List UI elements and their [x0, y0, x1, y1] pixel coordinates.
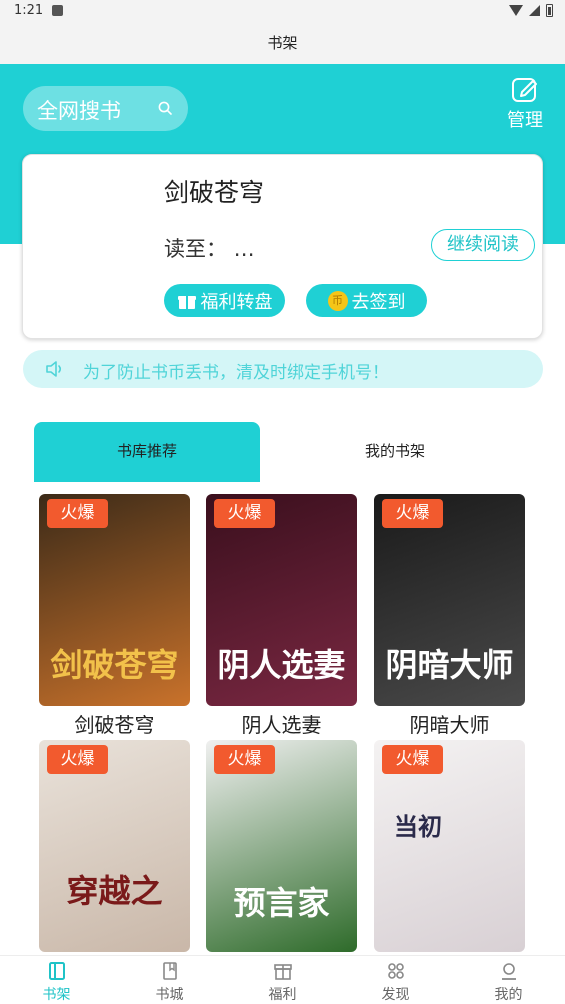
discover-icon: [387, 963, 404, 979]
sign-in-button[interactable]: 币 去签到: [306, 284, 427, 317]
gift-icon: [273, 964, 292, 980]
cover-title: 阴人选妻: [217, 646, 346, 684]
nav-item-bookstore[interactable]: 书城: [113, 956, 226, 1004]
nav-item-mine[interactable]: 我的: [452, 956, 565, 1004]
cover-title: 剑破苍穹: [50, 646, 179, 684]
nav-label: 福利: [268, 987, 297, 1003]
hot-badge: 火爆: [214, 499, 275, 528]
edit-icon: [512, 78, 537, 102]
book-title: 阴暗大师: [409, 713, 490, 737]
notice-text: 为了防止书币丢书，清及时绑定手机号！: [83, 363, 389, 383]
book-item[interactable]: 火爆 阴暗大师 阴暗大师: [374, 494, 525, 738]
nav-label: 书架: [42, 987, 71, 1003]
tab-my-bookshelf[interactable]: 我的书架: [285, 422, 505, 482]
hot-badge: 火爆: [382, 499, 443, 528]
gift-icon: [177, 295, 196, 309]
status-time: 1:21: [14, 3, 44, 18]
user-icon: [501, 963, 516, 980]
continue-reading-button[interactable]: 继续阅读: [431, 229, 535, 261]
page-title: 书架: [267, 34, 298, 52]
hot-badge: 火爆: [214, 745, 275, 774]
nav-item-welfare[interactable]: 福利: [226, 956, 339, 1004]
manage-label: 管理: [507, 110, 543, 131]
book-title: 阴人选妻: [241, 713, 322, 737]
book-item[interactable]: 火爆 预言家: [206, 740, 357, 952]
speaker-icon: [46, 361, 62, 377]
title-bar: 书架: [0, 24, 565, 64]
search-button[interactable]: 全网搜书: [23, 86, 188, 131]
book-icon: [162, 962, 177, 980]
sign-in-label: 去签到: [351, 291, 406, 313]
reading-progress: 读至： …: [164, 237, 255, 261]
book-cover: 火爆 当初: [374, 740, 525, 952]
notice-banner[interactable]: 为了防止书币丢书，清及时绑定手机号！: [23, 350, 543, 388]
status-bar: 1:21: [0, 0, 565, 24]
status-icons: [509, 4, 553, 17]
current-book-card: 剑破苍穹 读至： … 继续阅读 福利转盘 币 去签到: [22, 154, 543, 339]
notification-icon: [52, 5, 63, 16]
manage-button[interactable]: 管理: [500, 74, 550, 132]
welfare-wheel-label: 福利转盘: [200, 291, 273, 313]
search-label: 全网搜书: [37, 99, 121, 123]
nav-label: 我的: [494, 987, 523, 1003]
book-item[interactable]: 火爆 剑破苍穹 剑破苍穹: [39, 494, 190, 738]
search-icon: [158, 101, 172, 115]
book-item[interactable]: 火爆 穿越之: [39, 740, 190, 952]
book-cover: 火爆 阴人选妻: [206, 494, 357, 706]
nav-label: 发现: [381, 987, 410, 1003]
cover-title: 阴暗大师: [385, 646, 514, 684]
nav-item-discover[interactable]: 发现: [339, 956, 452, 1004]
book-title: 剑破苍穹: [74, 713, 155, 737]
hot-badge: 火爆: [382, 745, 443, 774]
nav-label: 书城: [155, 987, 184, 1003]
bookshelf-icon: [48, 962, 65, 980]
welfare-wheel-button[interactable]: 福利转盘: [164, 284, 285, 317]
book-cover: 火爆 穿越之: [39, 740, 190, 952]
bottom-navigation: 书架 书城 福利 发现 我的: [0, 955, 565, 1004]
hot-badge: 火爆: [47, 745, 108, 774]
hot-badge: 火爆: [47, 499, 108, 528]
cover-title: 穿越之: [66, 872, 163, 910]
coin-icon: 币: [327, 290, 348, 311]
nav-item-bookshelf[interactable]: 书架: [0, 956, 113, 1004]
book-item[interactable]: 火爆 当初: [374, 740, 525, 952]
tab-library-recommend[interactable]: 书库推荐: [34, 422, 260, 482]
cell-signal-icon: [529, 5, 540, 16]
cover-title: 预言家: [233, 884, 330, 922]
book-cover: 火爆 预言家: [206, 740, 357, 952]
cover-title: 当初: [394, 812, 442, 841]
current-book-title: 剑破苍穹: [164, 178, 265, 207]
battery-icon: [546, 4, 553, 17]
wifi-icon: [509, 5, 523, 16]
book-cover: 火爆 剑破苍穹: [39, 494, 190, 706]
book-cover: 火爆 阴暗大师: [374, 494, 525, 706]
book-item[interactable]: 火爆 阴人选妻 阴人选妻: [206, 494, 357, 738]
